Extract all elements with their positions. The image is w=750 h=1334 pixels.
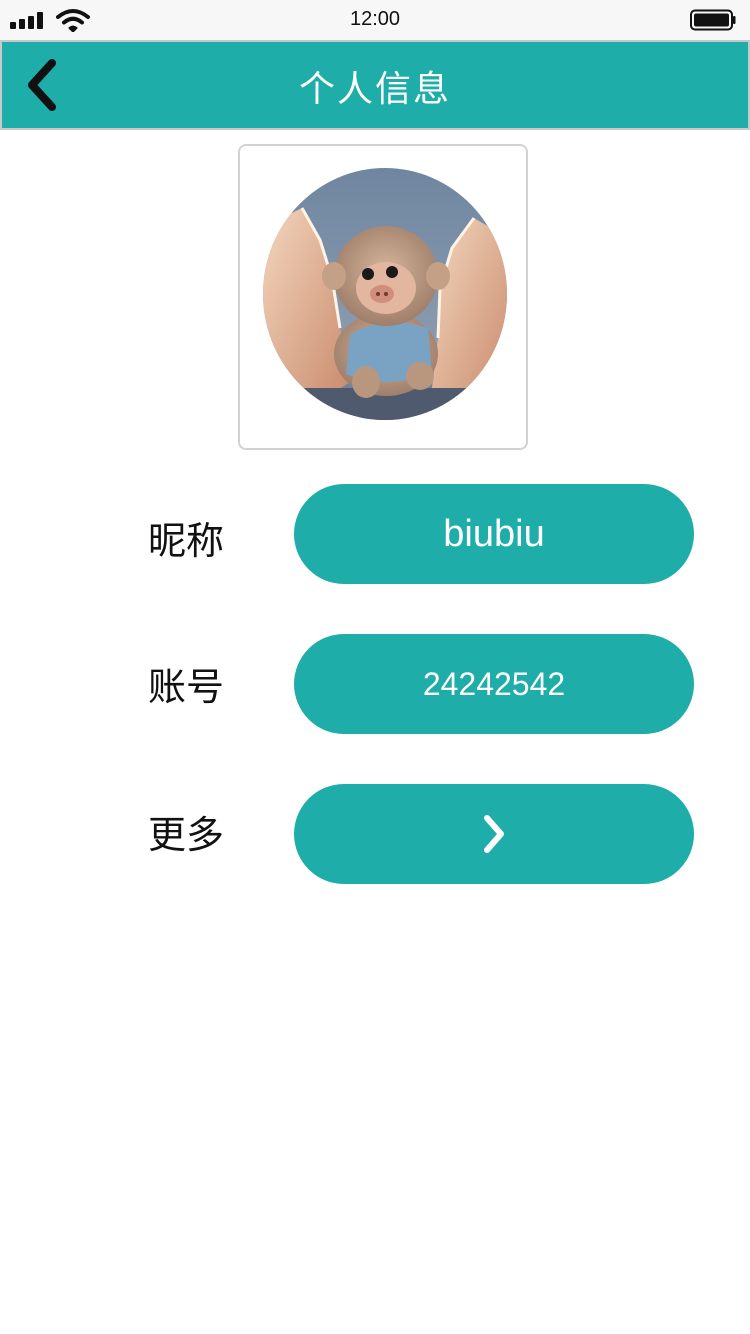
chevron-right-icon bbox=[484, 815, 504, 853]
account-value: 24242542 bbox=[422, 665, 566, 702]
nickname-field[interactable]: biubiu bbox=[294, 484, 694, 584]
account-field[interactable]: 24242542 bbox=[294, 634, 694, 734]
status-bar: 12:00 bbox=[0, 0, 750, 40]
avatar-image bbox=[263, 168, 507, 420]
avatar[interactable] bbox=[238, 144, 528, 450]
nav-bar: 个人信息 bbox=[0, 40, 750, 130]
nickname-label: 昵称 bbox=[148, 519, 225, 563]
battery-full-icon bbox=[690, 9, 736, 31]
more-button[interactable] bbox=[294, 784, 694, 884]
account-label: 账号 bbox=[148, 665, 225, 709]
page-title: 个人信息 bbox=[298, 69, 451, 110]
status-time: 12:00 bbox=[349, 8, 401, 30]
nickname-value: biubiu bbox=[443, 512, 545, 555]
more-label: 更多 bbox=[148, 813, 225, 857]
